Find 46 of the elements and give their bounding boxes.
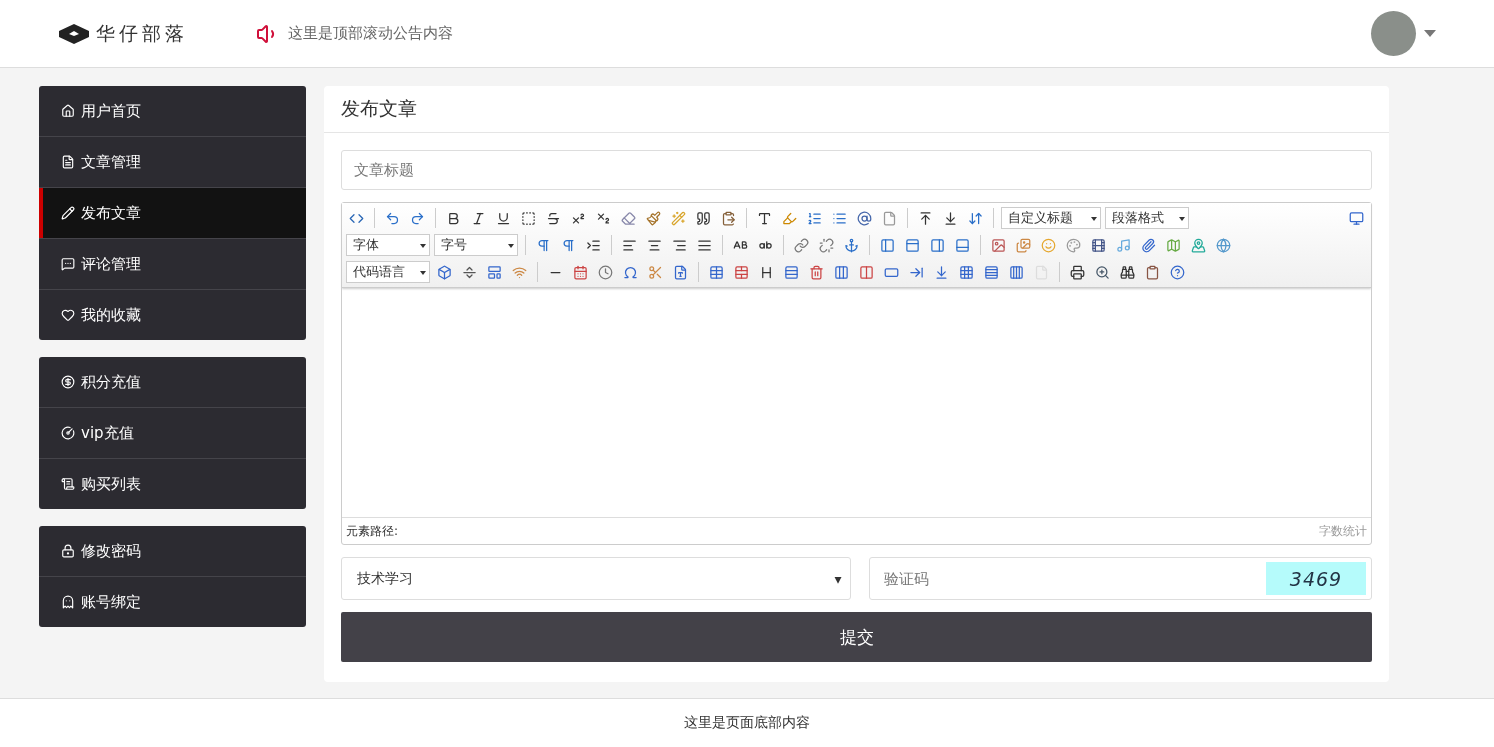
element-path-label: 元素路径: (346, 522, 399, 540)
heading-dropdown[interactable]: 自定义标题 (1001, 207, 1101, 229)
sidebar-item[interactable]: 积分充值 (39, 357, 306, 407)
home-icon (61, 104, 75, 118)
sidebar-item[interactable]: 发布文章 (39, 187, 306, 238)
coin-icon (61, 375, 75, 389)
pencil-icon (61, 206, 75, 220)
sidebar-item-label: 发布文章 (81, 203, 141, 223)
sidebar-item-label: 购买列表 (81, 474, 141, 494)
sidebar-item-label: 修改密码 (81, 541, 141, 561)
sidebar-item-label: 评论管理 (81, 254, 141, 274)
sidebar-item-label: 我的收藏 (81, 305, 141, 325)
font-family-dropdown[interactable]: 字体 (346, 234, 430, 256)
submit-button[interactable]: 提交 (341, 612, 1372, 662)
gauge-icon (61, 426, 75, 440)
avatar[interactable] (1371, 11, 1416, 56)
sidebar-item[interactable]: 修改密码 (39, 526, 306, 576)
caret-icon[interactable] (1424, 30, 1436, 37)
logo-icon (58, 22, 90, 45)
code-language-dropdown[interactable]: 代码语言 (346, 261, 430, 283)
sidebar-item[interactable]: 评论管理 (39, 238, 306, 289)
category-select[interactable]: 技术学习 ▾ (341, 557, 851, 600)
sidebar-item[interactable]: vip充值 (39, 407, 306, 458)
announcement-text: 这里是顶部滚动公告内容 (288, 24, 453, 43)
sidebar-item-label: vip充值 (81, 423, 134, 443)
lock-icon (61, 544, 75, 558)
font-size-dropdown[interactable]: 字号 (434, 234, 518, 256)
comment-icon (61, 257, 75, 271)
footer-text: 这里是页面底部内容 (0, 698, 1494, 747)
panel-title: 发布文章 (324, 86, 1389, 133)
sidebar-item-label: 用户首页 (81, 101, 141, 121)
heart-icon (61, 308, 75, 322)
document-icon (61, 155, 75, 169)
paragraph-dropdown[interactable]: 段落格式 (1105, 207, 1189, 229)
word-count-label: 字数统计 (1319, 522, 1367, 540)
sidebar-item-label: 账号绑定 (81, 592, 141, 612)
logo-text: 华仔部落 (96, 20, 188, 46)
sidebar-item[interactable]: 账号绑定 (39, 576, 306, 627)
title-input[interactable]: 文章标题 (341, 150, 1372, 190)
captcha-field[interactable]: 验证码 3469 (868, 557, 1372, 600)
sidebar-item-label: 文章管理 (81, 152, 141, 172)
sidebar-item[interactable]: 我的收藏 (39, 289, 306, 340)
sidebar-item-label: 积分充值 (81, 372, 141, 392)
sidebar-item[interactable]: 用户首页 (39, 86, 306, 136)
captcha-image[interactable]: 3469 (1266, 562, 1366, 595)
sidebar-item[interactable]: 购买列表 (39, 458, 306, 509)
